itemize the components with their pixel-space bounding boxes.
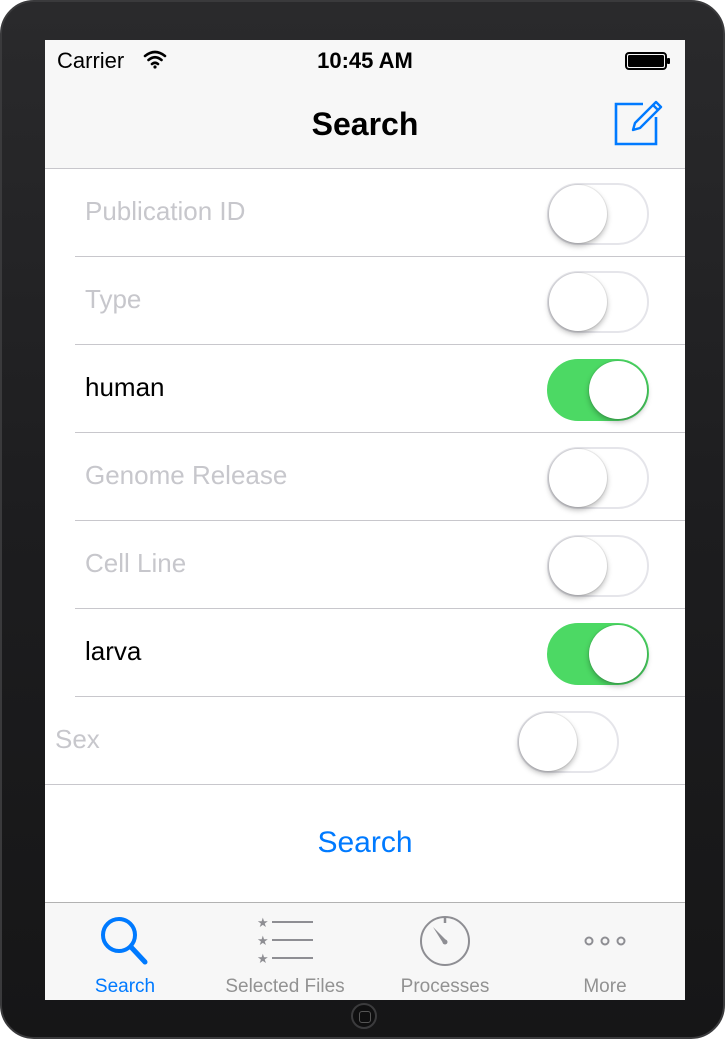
tab-label-selected-files: Selected Files [225, 976, 345, 997]
filter-row: Cell Line [75, 521, 685, 609]
filter-row: Type [75, 257, 685, 345]
filter-label: human [85, 372, 165, 402]
filter-label: larva [85, 636, 142, 666]
search-action-cell[interactable]: Search [45, 786, 685, 902]
switch-knob [549, 537, 607, 595]
home-button[interactable] [351, 1003, 377, 1029]
tab-bar: Search ★ ★ ★ Selected Files Processes Mo… [45, 902, 685, 1000]
svg-text:★: ★ [257, 952, 269, 967]
filter-list: Publication ID Type human Genome Release Cel… [45, 169, 685, 785]
battery-icon [625, 52, 670, 70]
filter-label: Type [85, 284, 142, 314]
device-frame: Carrier 10:45 AM Search Publication ID T… [0, 0, 725, 1039]
filter-toggle-switch[interactable] [547, 271, 649, 333]
navigation-bar: Search [45, 80, 685, 169]
compose-icon[interactable] [613, 96, 665, 148]
filter-toggle-switch[interactable] [547, 447, 649, 509]
search-icon [101, 917, 148, 965]
filter-label: Genome Release [85, 460, 288, 490]
tab-label-search: Search [94, 976, 156, 997]
tab-selected-files[interactable]: ★ ★ ★ Selected Files [205, 903, 365, 1000]
page-title: Search [311, 106, 419, 142]
status-time: 10:45 AM [317, 48, 413, 73]
filter-row: larva [75, 609, 685, 697]
svg-text:★: ★ [257, 934, 269, 949]
filter-label: Publication ID [85, 196, 246, 226]
switch-knob [549, 449, 607, 507]
switch-knob [549, 185, 607, 243]
filter-toggle-switch[interactable] [517, 711, 619, 773]
status-bar: Carrier 10:45 AM [45, 40, 685, 80]
filter-row: Sex [45, 697, 685, 785]
switch-knob [549, 273, 607, 331]
switch-knob [589, 361, 647, 419]
filter-toggle-switch[interactable] [547, 359, 649, 421]
search-button[interactable]: Search [317, 826, 412, 860]
gauge-icon [420, 916, 470, 966]
filter-label: Sex [55, 724, 100, 754]
filter-toggle-switch[interactable] [547, 623, 649, 685]
switch-knob [519, 713, 577, 771]
svg-text:★: ★ [257, 916, 269, 931]
switch-knob [589, 625, 647, 683]
more-icon [584, 936, 626, 946]
filter-row: Publication ID [75, 169, 685, 257]
filter-toggle-switch[interactable] [547, 183, 649, 245]
starred-list-icon: ★ ★ ★ [257, 916, 313, 967]
filter-toggle-switch[interactable] [547, 535, 649, 597]
filter-label: Cell Line [85, 548, 187, 578]
tab-label-processes: Processes [400, 976, 490, 997]
filter-row: human [75, 345, 685, 433]
tab-label-more: More [583, 976, 627, 997]
tab-more[interactable]: More [525, 903, 685, 1000]
tab-processes[interactable]: Processes [365, 903, 525, 1000]
filter-row: Genome Release [75, 433, 685, 521]
tab-search[interactable]: Search [45, 903, 205, 1000]
screen: Carrier 10:45 AM Search Publication ID T… [45, 40, 685, 1000]
